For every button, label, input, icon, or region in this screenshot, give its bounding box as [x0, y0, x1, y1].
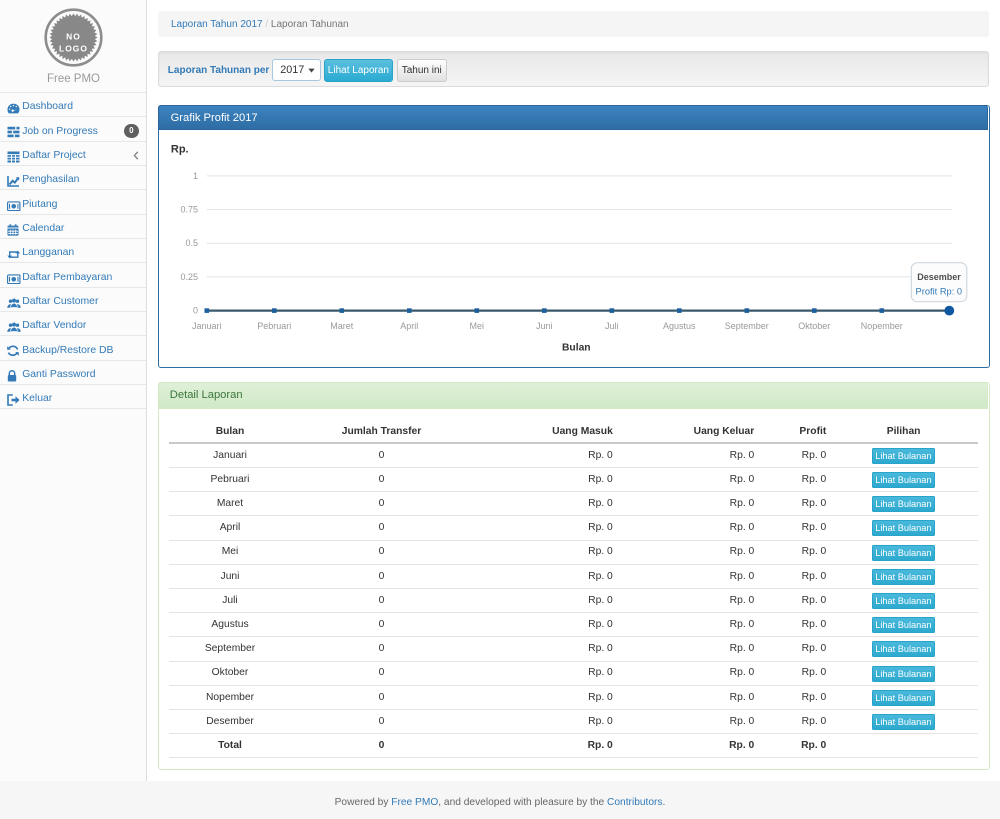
- svg-text:April: April: [400, 321, 418, 331]
- svg-text:NO: NO: [66, 32, 81, 42]
- svg-text:0.5: 0.5: [185, 238, 198, 248]
- svg-text:0.25: 0.25: [180, 272, 198, 282]
- svg-text:0: 0: [193, 306, 198, 316]
- svg-text:September: September: [724, 321, 768, 331]
- svg-text:Bulan: Bulan: [562, 343, 591, 354]
- svg-text:Januari: Januari: [192, 321, 222, 331]
- svg-text:Rp.: Rp.: [171, 144, 189, 156]
- svg-text:Pebruari: Pebruari: [257, 321, 291, 331]
- svg-text:1: 1: [193, 171, 198, 181]
- svg-text:Agustus: Agustus: [663, 321, 696, 331]
- svg-text:Maret: Maret: [330, 321, 354, 331]
- svg-text:Nopember: Nopember: [860, 321, 902, 331]
- svg-text:Mei: Mei: [469, 321, 484, 331]
- svg-text:Profit Rp: 0: Profit Rp: 0: [915, 287, 962, 297]
- svg-text:0.75: 0.75: [180, 205, 198, 215]
- svg-text:Juni: Juni: [536, 321, 553, 331]
- svg-text:Juli: Juli: [605, 321, 619, 331]
- svg-text:Oktober: Oktober: [798, 321, 830, 331]
- svg-text:LOGO: LOGO: [59, 43, 88, 53]
- svg-text:Desember: Desember: [917, 272, 961, 282]
